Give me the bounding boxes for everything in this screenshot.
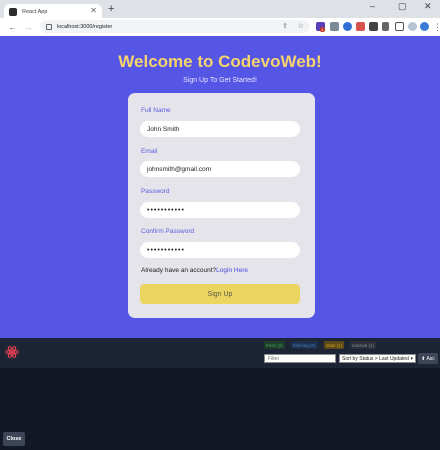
asc-button[interactable]: ⬆ Asc [418,353,438,364]
back-icon[interactable]: ← [8,22,17,32]
close-devtools-button[interactable]: Close [3,432,25,446]
sidepanel-icon[interactable] [395,22,404,31]
full-name-field[interactable]: John Smith [140,121,300,137]
extension-icon[interactable] [382,22,389,31]
minimize-button[interactable]: – [370,1,375,11]
extension-icon[interactable] [343,22,352,31]
login-prompt: Already have an account?Login Here [141,267,248,274]
signup-card: Full Name John Smith Email johnsmith@gma… [128,93,315,318]
email-field[interactable]: johnsmith@gmail.com [140,161,300,177]
status-pill-inactive: inactive (1) [350,341,377,349]
puzzle-icon[interactable] [369,22,378,31]
tab-title: React App [22,8,48,15]
forward-icon[interactable]: → [24,22,33,32]
site-info-icon[interactable] [46,23,52,30]
sort-select[interactable]: Sort by Status > Last Updated ▾ [339,354,416,363]
filter-input[interactable]: Filter [264,354,336,363]
devtools-header: fresh (0) fetching (0) stale (1) inactiv… [0,338,440,368]
close-window-button[interactable]: ✕ [424,1,432,12]
status-pill-stale: stale (1) [324,341,345,349]
sort-value: Sort by Status > Last Updated [342,355,409,362]
tab-strip: React App ✕ + – ▢ ✕ [0,0,440,19]
confirm-password-field[interactable]: ••••••••••• [140,242,300,258]
key-icon[interactable] [408,22,417,31]
url-text: localhost:3000/register [57,23,113,30]
extension-icon[interactable] [330,22,339,31]
page-subtitle: Sign Up To Get Started! [183,77,257,84]
full-name-label: Full Name [141,107,171,114]
chevron-down-icon: ▾ [410,355,413,362]
browser-toolbar: ← → ↻ localhost:3000/register ⇪ ☆ 1 ⋮ [0,18,440,36]
password-field[interactable]: ••••••••••• [140,202,300,218]
signup-button[interactable]: Sign Up [140,284,300,304]
tab-close-icon[interactable]: ✕ [90,6,97,15]
react-query-logo-icon [5,345,19,359]
menu-icon[interactable]: ⋮ [433,22,440,33]
extension-icon[interactable] [356,22,365,31]
new-tab-button[interactable]: + [108,3,114,15]
confirm-password-label: Confirm Password [141,228,195,235]
account-text: Already have an account? [141,267,217,274]
tab-react-app[interactable]: React App ✕ [4,4,102,19]
status-pill-fetching: fetching (0) [291,341,318,349]
status-pill-fresh: fresh (0) [264,341,285,349]
login-link[interactable]: Login Here [216,267,248,274]
share-icon[interactable]: ⇪ [282,22,288,30]
email-label: Email [141,148,158,155]
avatar[interactable] [420,22,429,31]
favicon-icon [9,7,17,16]
devtools-panel: fresh (0) fetching (0) stale (1) inactiv… [0,338,440,450]
page-title: Welcome to CodevoWeb! [118,52,322,71]
star-icon[interactable]: ☆ [298,22,304,30]
password-label: Password [141,188,170,195]
extension-badge: 1 [320,27,325,32]
address-bar[interactable]: localhost:3000/register ⇪ ☆ [40,20,310,33]
browser-chrome: React App ✕ + – ▢ ✕ ← → ↻ localhost:3000… [0,0,440,36]
maximize-button[interactable]: ▢ [398,1,407,12]
page-content: Welcome to CodevoWeb! Sign Up To Get Sta… [0,36,440,338]
